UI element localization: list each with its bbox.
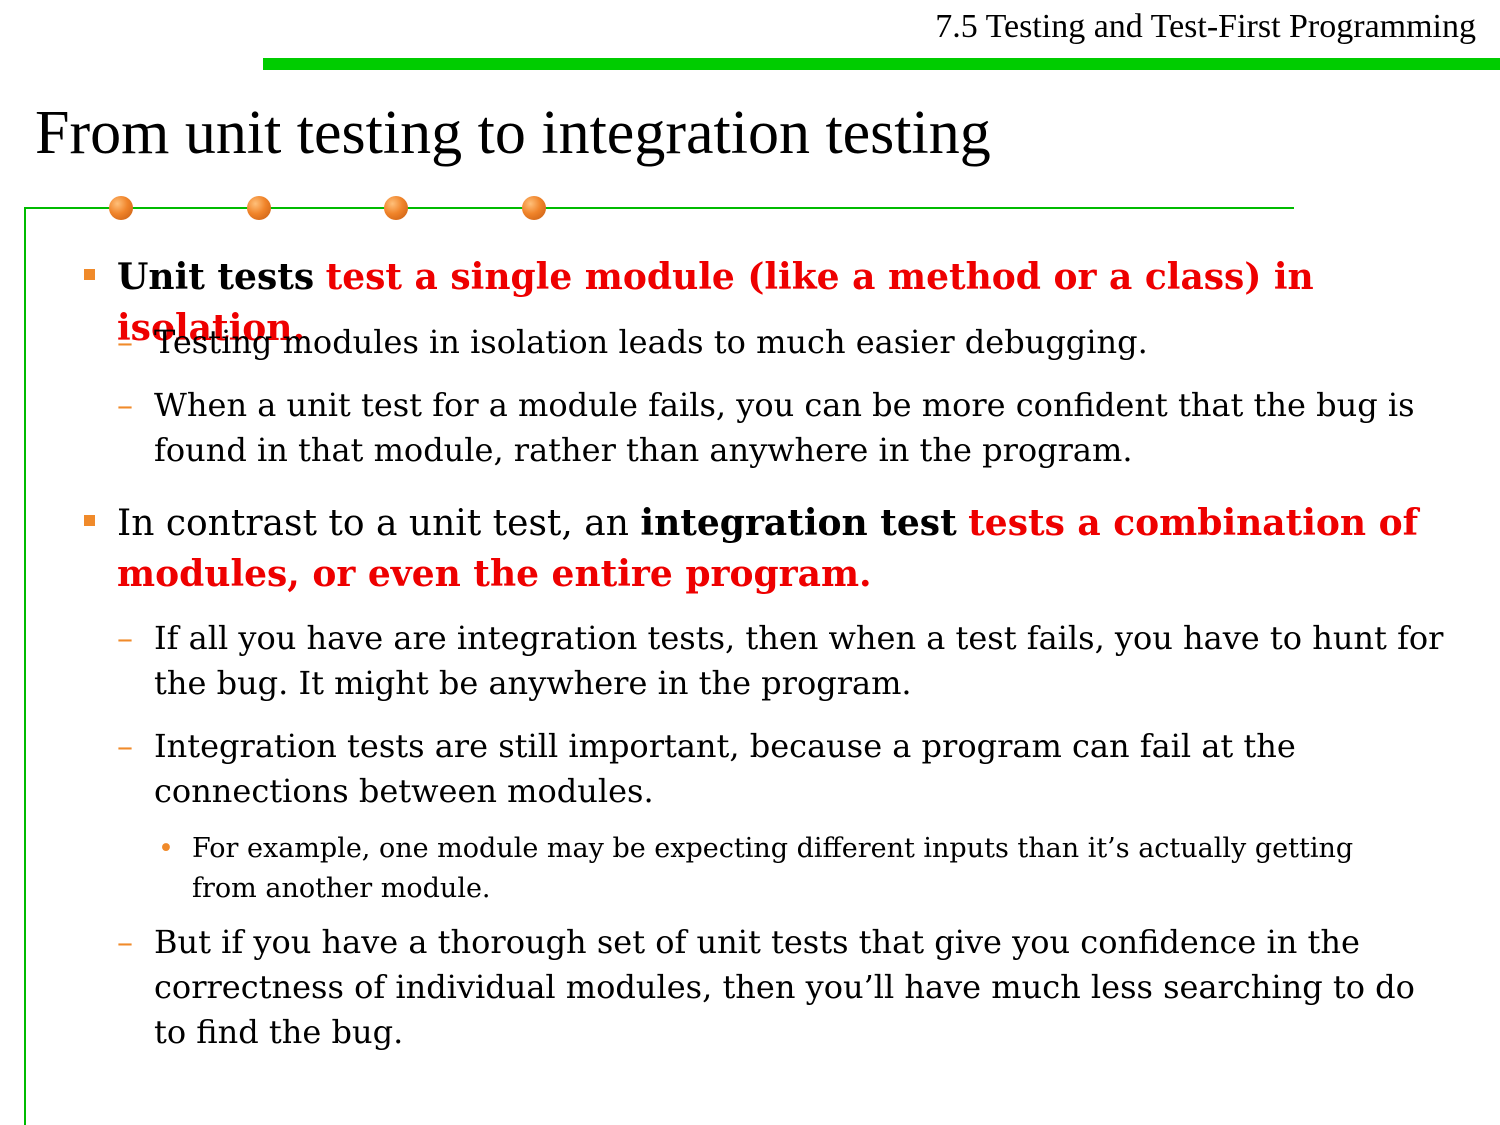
subbullet-hunt-for-bug: – If all you have are integration tests,… xyxy=(117,616,1454,706)
subbullet-still-important: – Integration tests are still important,… xyxy=(117,724,1454,814)
dash-bullet-icon: – xyxy=(117,923,133,961)
subbullet-text: If all you have are integration tests, t… xyxy=(154,619,1444,702)
term-unit-tests: Unit tests xyxy=(117,256,315,298)
dash-bullet-icon: – xyxy=(117,386,133,424)
subbullet-text: When a unit test for a module fails, you… xyxy=(154,386,1415,469)
dash-bullet-icon: – xyxy=(117,619,133,657)
orange-dot-icon xyxy=(522,196,546,220)
subbullet-thorough-unit-tests: – But if you have a thorough set of unit… xyxy=(117,920,1454,1055)
subbullet-text: Testing modules in isolation leads to mu… xyxy=(154,323,1148,361)
frame-top-line xyxy=(24,207,1294,209)
subsubbullet-example: • For example, one module may be expecti… xyxy=(158,829,1382,909)
bullet-integration-test: In contrast to a unit test, an integrati… xyxy=(84,498,1457,600)
orange-dot-icon xyxy=(109,196,133,220)
integration-prefix: In contrast to a unit test, an xyxy=(117,503,629,544)
subbullet-unit-test-fails: – When a unit test for a module fails, y… xyxy=(117,383,1454,473)
subsubbullet-text: For example, one module may be expecting… xyxy=(192,833,1354,904)
orange-dot-icon xyxy=(247,196,271,220)
subbullet-text: But if you have a thorough set of unit t… xyxy=(154,923,1415,1051)
slide-title: From unit testing to integration testing xyxy=(35,99,991,167)
frame-left-line xyxy=(24,207,26,1125)
header-rule xyxy=(263,58,1500,70)
subbullet-text: Integration tests are still important, b… xyxy=(154,727,1296,810)
square-bullet-icon xyxy=(84,269,95,280)
square-bullet-icon xyxy=(84,515,95,526)
section-header: 7.5 Testing and Test-First Programming xyxy=(935,8,1476,45)
term-integration-test: integration test xyxy=(640,502,957,544)
dash-bullet-icon: – xyxy=(117,727,133,765)
orange-dot-icon xyxy=(384,196,408,220)
dash-bullet-icon: – xyxy=(117,323,133,361)
round-bullet-icon: • xyxy=(158,833,174,864)
subbullet-isolation-debugging: – Testing modules in isolation leads to … xyxy=(117,320,1454,365)
